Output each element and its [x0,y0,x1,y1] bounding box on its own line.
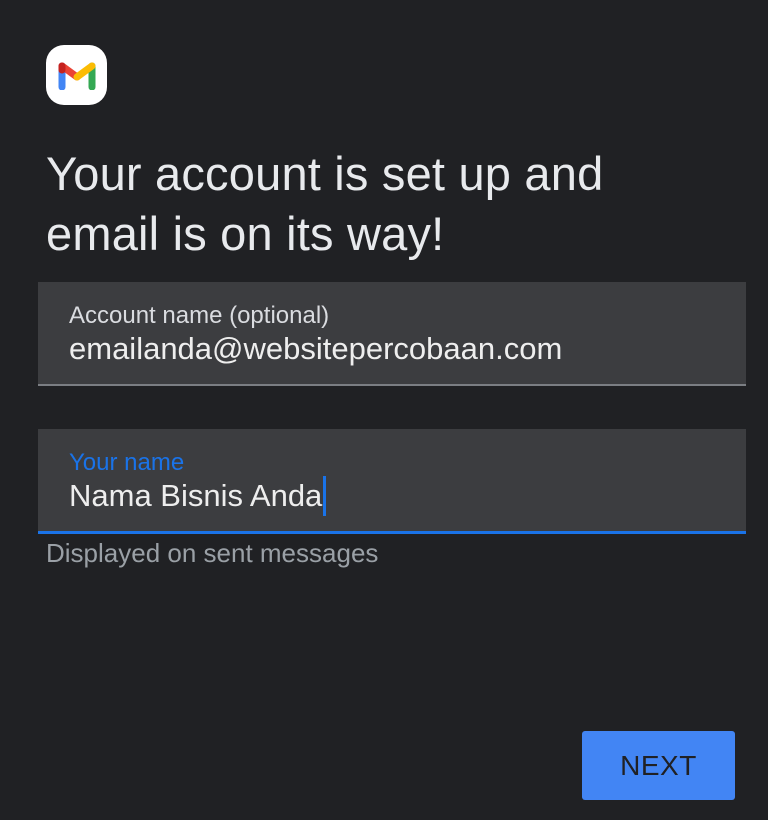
next-button[interactable]: NEXT [582,731,735,800]
text-cursor [323,476,327,516]
your-name-input[interactable]: Nama Bisnis Anda [69,476,327,516]
gmail-logo-icon [46,45,107,105]
your-name-label: Your name [69,449,185,476]
account-name-value: emailanda@websitepercobaan.com [69,331,563,366]
your-name-helper-text: Displayed on sent messages [46,538,379,568]
your-name-value: Nama Bisnis Anda [69,478,323,513]
gmail-m-icon [58,62,95,90]
page-title: Your account is set up and email is on i… [46,147,604,260]
account-name-field[interactable]: Account name (optional) emailanda@websit… [38,282,746,386]
setup-complete-screen: Your account is set up and email is on i… [0,0,768,820]
account-name-label: Account name (optional) [69,302,330,329]
account-name-input[interactable]: emailanda@websitepercobaan.com [69,330,562,368]
your-name-field[interactable]: Your name Nama Bisnis Anda [38,429,746,534]
